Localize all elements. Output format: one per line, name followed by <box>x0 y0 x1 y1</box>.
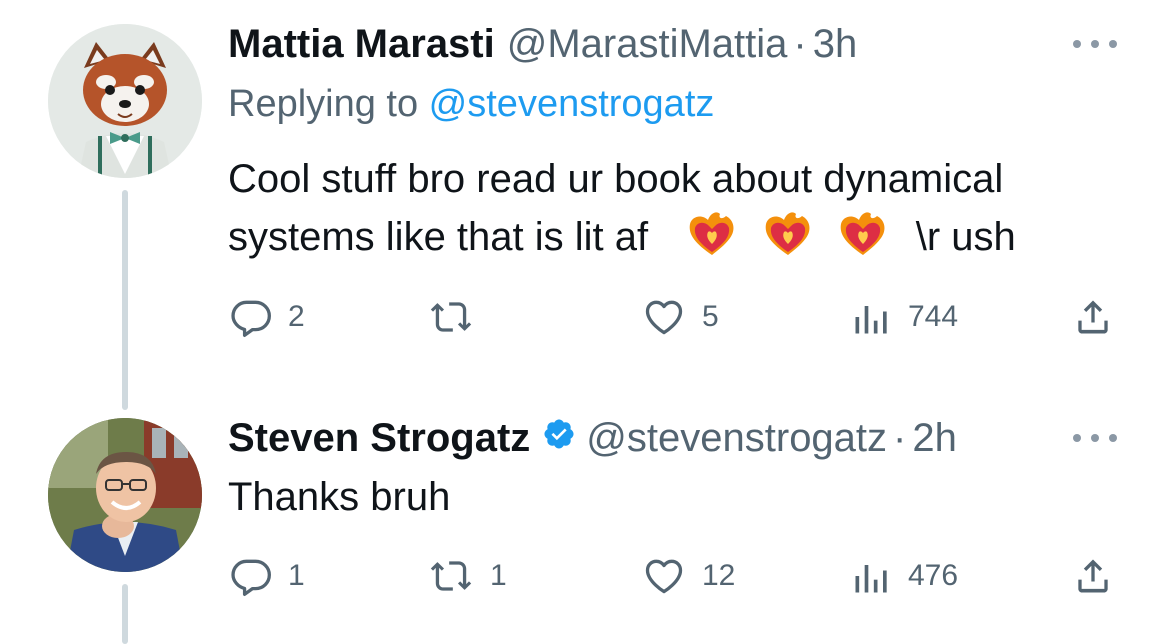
portrait-avatar-icon <box>48 418 202 572</box>
retweet-button[interactable] <box>426 295 490 339</box>
user-handle[interactable]: @stevenstrogatz <box>586 414 887 462</box>
heart-on-fire-icon <box>837 208 889 274</box>
retweet-button[interactable]: 1 <box>426 554 507 598</box>
avatar[interactable] <box>48 418 202 572</box>
display-name[interactable]: Steven Strogatz <box>228 414 530 462</box>
heart-icon <box>645 559 683 594</box>
retweet-count: 1 <box>490 559 507 592</box>
tweet-text-line: Thanks bruh <box>228 475 451 519</box>
like-count: 5 <box>702 300 719 333</box>
replying-to-link[interactable]: @stevenstrogatz <box>429 83 715 125</box>
display-name[interactable]: Mattia Marasti <box>228 20 495 68</box>
share-icon <box>1078 300 1108 334</box>
user-handle[interactable]: @MarastiMattia <box>507 20 788 68</box>
retweet-icon <box>430 302 472 332</box>
verified-badge-icon <box>542 414 576 462</box>
tweet-actions: 2 5 744 <box>228 293 1118 341</box>
analytics-icon <box>855 306 887 334</box>
thread-line <box>122 190 128 410</box>
tweet-text: Thanks bruh <box>228 468 450 526</box>
view-count: 744 <box>908 300 959 333</box>
reply-button[interactable]: 2 <box>228 295 305 339</box>
analytics-icon <box>855 565 887 593</box>
separator-dot: · <box>893 416 907 460</box>
tweet-text-line: systems like that is lit af <box>228 215 649 259</box>
tweet-actions: 1 1 12 476 <box>228 552 1118 600</box>
view-count: 476 <box>908 559 959 592</box>
heart-icon <box>645 300 683 335</box>
share-button[interactable] <box>1070 554 1116 598</box>
tweet-reply-steven[interactable]: Steven Strogatz @stevenstrogatz · 2h Tha… <box>0 400 1170 644</box>
tweet-header: Mattia Marasti @MarastiMattia · 3h <box>228 20 857 68</box>
like-button[interactable]: 5 <box>640 295 719 339</box>
tweet-reply-mattia[interactable]: Mattia Marasti @MarastiMattia · 3h Reply… <box>0 0 1170 410</box>
like-button[interactable]: 12 <box>640 554 735 598</box>
reply-button[interactable]: 1 <box>228 554 305 598</box>
timestamp[interactable]: 3h <box>813 20 858 68</box>
heart-on-fire-icon <box>762 208 814 274</box>
heart-on-fire-icon <box>686 208 738 274</box>
share-button[interactable] <box>1070 295 1116 339</box>
views-button[interactable]: 476 <box>850 554 958 598</box>
retweet-icon <box>430 561 472 591</box>
tweet-text-tail: \r ush <box>915 215 1016 259</box>
replying-to-label: Replying to <box>228 83 429 125</box>
reply-count: 1 <box>288 559 305 592</box>
avatar[interactable] <box>48 24 202 178</box>
reply-icon <box>231 559 271 596</box>
reply-count: 2 <box>288 300 305 333</box>
share-icon <box>1078 559 1108 593</box>
timestamp[interactable]: 2h <box>912 414 957 462</box>
separator-dot: · <box>793 22 807 66</box>
views-button[interactable]: 744 <box>850 295 958 339</box>
reply-icon <box>231 300 271 337</box>
tweet-text: Cool stuff bro read ur book about dynami… <box>228 150 1016 274</box>
more-options-icon[interactable] <box>1073 34 1117 54</box>
tweet-text-line: Cool stuff bro read ur book about dynami… <box>228 157 1004 201</box>
thread-line <box>122 584 128 644</box>
tweet-header: Steven Strogatz @stevenstrogatz · 2h <box>228 414 957 462</box>
more-options-icon[interactable] <box>1073 428 1117 448</box>
like-count: 12 <box>702 559 736 592</box>
red-panda-avatar-icon <box>48 24 202 178</box>
replying-to: Replying to @stevenstrogatz <box>228 81 714 127</box>
